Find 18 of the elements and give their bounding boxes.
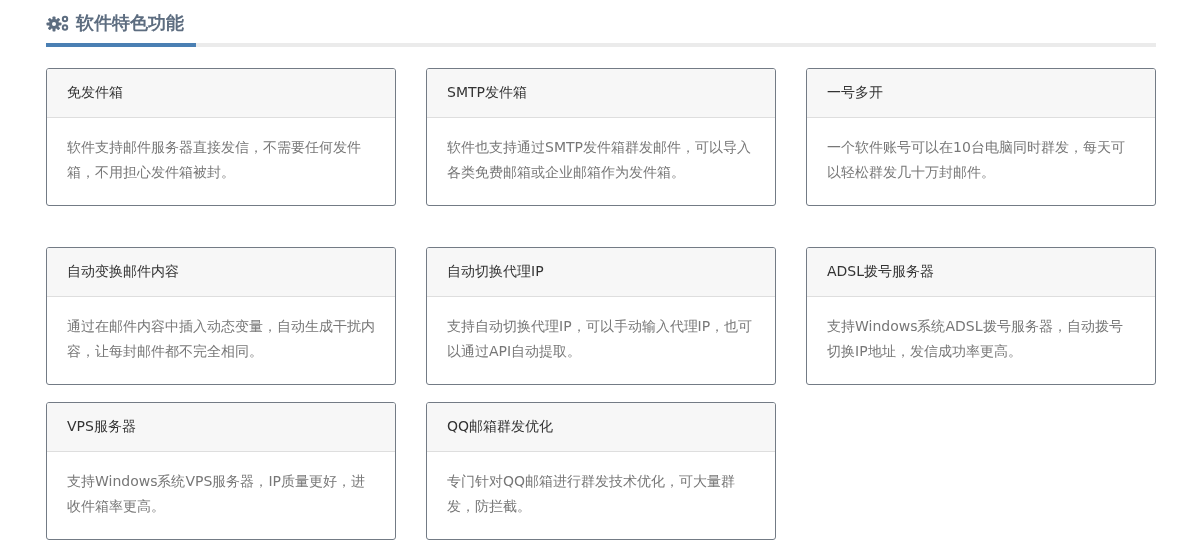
card-title: 免发件箱: [67, 84, 123, 102]
card-text: 支持自动切换代理IP，可以手动输入代理IP，也可以通过API自动提取。: [446, 317, 754, 361]
card-text: 专门针对QQ邮箱进行群发技术优化，可大量群发，防拦截。: [446, 472, 737, 516]
gears-icon: [46, 14, 70, 32]
card-text: 软件支持邮件服务器直接发信，不需要任何发件箱，不用担心发件箱被封。: [66, 138, 362, 182]
card-title: QQ邮箱群发优化: [447, 418, 554, 436]
card-text: 一个软件账号可以在10台电脑同时群发，每天可以轻松群发几十万封邮件。: [826, 138, 1126, 182]
card-title: 自动变换邮件内容: [67, 263, 179, 281]
card-title: SMTP发件箱: [447, 84, 527, 102]
section-title: 软件特色功能: [76, 11, 184, 35]
card-title: 一号多开: [827, 84, 883, 102]
card-text: 通过在邮件内容中插入动态变量，自动生成干扰内容，让每封邮件都不完全相同。: [66, 317, 376, 361]
card-text: 支持Windows系统VPS服务器，IP质量更好，进收件箱率更高。: [66, 472, 366, 516]
card-title: 自动切换代理IP: [447, 263, 544, 281]
card-text: 支持Windows系统ADSL拨号服务器，自动拨号切换IP地址，发信成功率更高。: [826, 317, 1124, 361]
card-title: ADSL拨号服务器: [827, 263, 935, 281]
card-title: VPS服务器: [67, 418, 136, 436]
card-text: 软件也支持通过SMTP发件箱群发邮件，可以导入各类免费邮箱或企业邮箱作为发件箱。: [446, 138, 752, 182]
